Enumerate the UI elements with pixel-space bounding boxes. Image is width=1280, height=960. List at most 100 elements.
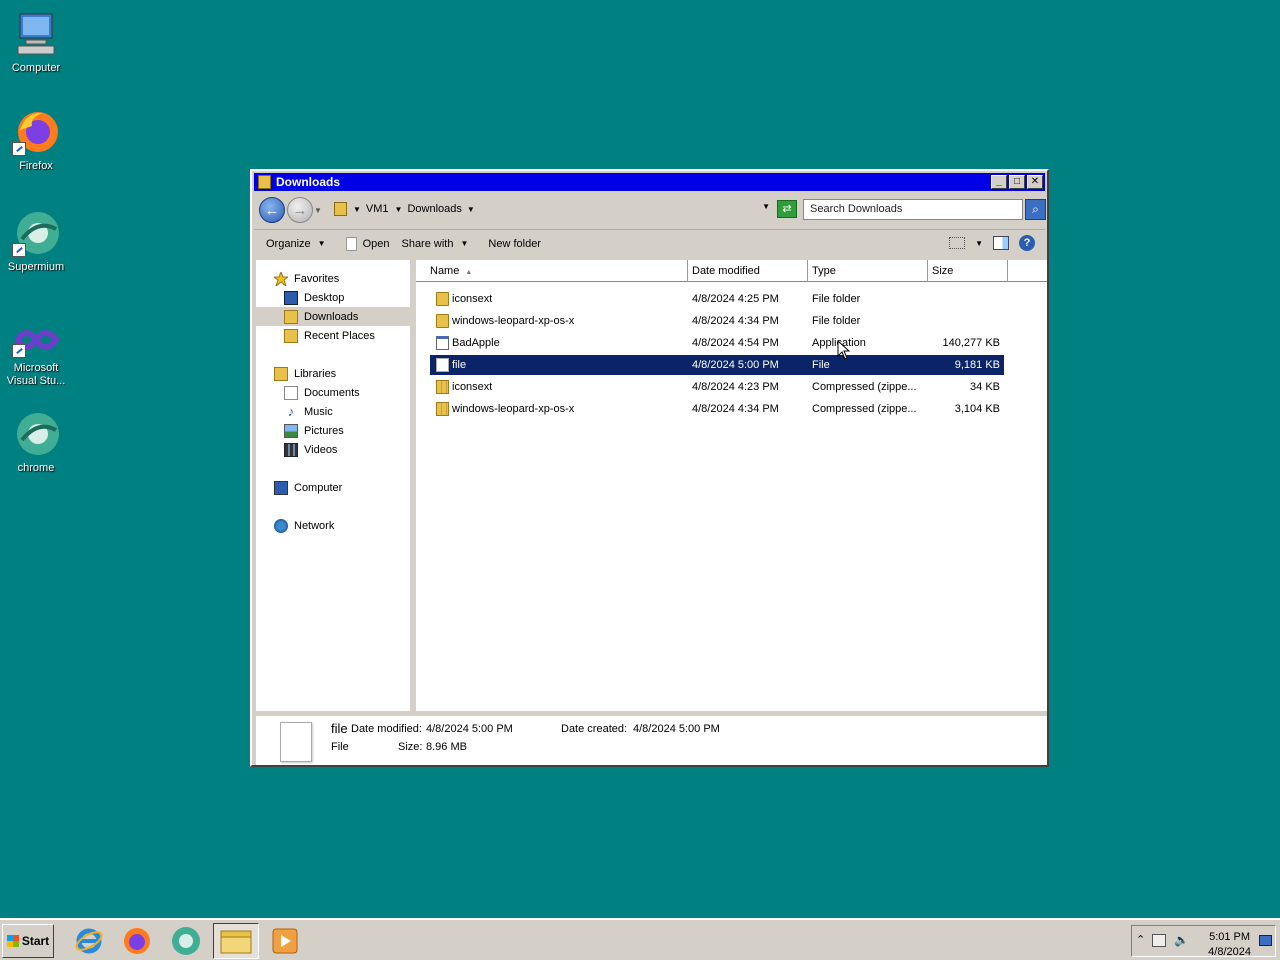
volume-muted-icon[interactable]: 🔈 — [1174, 933, 1189, 947]
computer-icon — [12, 10, 60, 58]
back-button[interactable]: ← — [259, 197, 285, 223]
start-button[interactable]: Start — [2, 924, 54, 958]
new-folder-button[interactable]: New folder — [476, 238, 549, 250]
file-type: File folder — [812, 315, 861, 327]
nav-label: Music — [304, 405, 333, 418]
nav-documents[interactable]: Documents — [284, 383, 360, 402]
recent-places-icon — [284, 328, 298, 343]
show-hidden-icons-chevron-icon[interactable]: ⌃ — [1136, 933, 1145, 946]
open-button[interactable]: Open — [334, 236, 398, 251]
network-tray-icon[interactable] — [1152, 934, 1166, 947]
details-size: 8.96 MB — [426, 741, 467, 753]
nav-downloads[interactable]: Downloads — [256, 307, 410, 326]
nav-desktop[interactable]: Desktop — [284, 288, 344, 307]
nav-network[interactable]: Network — [274, 516, 334, 535]
nav-videos[interactable]: Videos — [284, 440, 337, 459]
close-button[interactable]: ✕ — [1027, 175, 1043, 189]
file-type: Compressed (zippe... — [812, 381, 917, 393]
nav-label: Downloads — [304, 310, 359, 323]
column-type[interactable]: Type — [808, 260, 928, 282]
desktop-icon-supermium[interactable]: Supermium — [0, 209, 72, 274]
breadcrumb-vm1[interactable]: VM1 — [366, 203, 389, 215]
file-row[interactable]: iconsext 4/8/2024 4:23 PM Compressed (zi… — [430, 377, 1004, 397]
chevron-down-icon[interactable]: ▼ — [467, 205, 475, 214]
clock[interactable]: 5:01 PM 4/8/2024 — [1208, 930, 1251, 960]
file-row[interactable]: iconsext 4/8/2024 4:25 PM File folder — [430, 289, 1004, 309]
nav-label: Recent Places — [304, 329, 375, 342]
desktop-icon-label: Firefox — [19, 160, 53, 172]
desktop-icon-computer[interactable]: Computer — [0, 10, 72, 75]
file-type: File — [812, 359, 830, 371]
column-size-label: Size — [932, 265, 954, 277]
search-input[interactable]: Search Downloads — [803, 199, 1023, 220]
change-view-icon[interactable] — [949, 237, 966, 249]
new-folder-label: New folder — [488, 237, 541, 250]
desktop-icon-firefox[interactable]: Firefox — [0, 108, 72, 173]
column-size[interactable]: Size — [928, 260, 1008, 282]
address-field[interactable]: ▼ VM1 ▼ Downloads ▼ ▼ — [330, 198, 770, 220]
share-with-button[interactable]: Share with ▼ — [397, 238, 476, 250]
forward-button[interactable]: → — [287, 197, 313, 223]
preview-pane-icon[interactable] — [993, 236, 1009, 250]
maximize-button[interactable]: □ — [1009, 175, 1025, 189]
mouse-cursor-icon — [837, 340, 851, 360]
navigation-pane: Favorites Desktop Downloads Recent Place… — [256, 260, 413, 711]
organize-label: Organize — [266, 237, 311, 250]
nav-computer[interactable]: Computer — [274, 478, 342, 497]
desktop-icon-chrome[interactable]: chrome — [0, 410, 72, 475]
chevron-down-icon[interactable]: ▼ — [975, 239, 983, 248]
nav-pictures[interactable]: Pictures — [284, 421, 344, 440]
application-icon — [436, 336, 449, 350]
search-icon[interactable]: ⌕ — [1025, 199, 1046, 220]
windows-logo-icon — [6, 935, 19, 947]
file-size: 34 KB — [970, 381, 1000, 393]
column-name[interactable]: Name ▲ — [426, 260, 688, 282]
nav-recent-places[interactable]: Recent Places — [284, 326, 375, 345]
column-date-modified[interactable]: Date modified — [688, 260, 808, 282]
taskbar-internet-explorer[interactable] — [66, 923, 112, 959]
refresh-button[interactable]: ⇄ — [777, 200, 797, 218]
details-file-name: file — [331, 721, 348, 736]
shortcut-arrow-icon — [12, 344, 26, 358]
taskbar: Start ⌃ 🔈 5:01 PM 4/8/2024 — [0, 918, 1280, 960]
pictures-icon — [284, 423, 298, 438]
minimize-button[interactable]: _ — [991, 175, 1007, 189]
computer-icon — [274, 480, 288, 495]
taskbar-firefox[interactable] — [114, 923, 160, 959]
show-desktop-icon[interactable] — [1259, 935, 1272, 946]
file-row[interactable]: BadApple 4/8/2024 4:54 PM Application 14… — [430, 333, 1004, 353]
visual-studio-icon — [12, 318, 60, 358]
help-icon[interactable]: ? — [1019, 235, 1035, 251]
shortcut-arrow-icon — [12, 142, 26, 156]
taskbar-supermium[interactable] — [163, 923, 209, 959]
nav-favorites[interactable]: Favorites — [272, 269, 339, 288]
nav-label: Computer — [294, 481, 343, 494]
taskbar-explorer[interactable] — [213, 923, 259, 959]
document-icon — [345, 236, 357, 251]
file-row[interactable]: windows-leopard-xp-os-x 4/8/2024 4:34 PM… — [430, 311, 1004, 331]
file-row[interactable]: windows-leopard-xp-os-x 4/8/2024 4:34 PM… — [430, 399, 1004, 419]
file-row-selected[interactable]: file 4/8/2024 5:00 PM File 9,181 KB — [430, 355, 1004, 375]
nav-music[interactable]: ♪ Music — [284, 402, 333, 421]
details-file-kind: File — [331, 741, 349, 753]
column-name-label: Name — [430, 265, 460, 277]
address-dropdown-button[interactable]: ▼ — [762, 202, 770, 211]
desktop-icon-label: chrome — [17, 462, 55, 474]
desktop-icon-label: Microsoft Visual Stu... — [6, 362, 66, 387]
chevron-down-icon[interactable]: ▼ — [353, 205, 361, 214]
nav-label: Videos — [304, 443, 338, 456]
organize-button[interactable]: Organize ▼ — [254, 238, 334, 250]
recent-pages-dropdown[interactable]: ▼ — [314, 206, 324, 215]
downloads-folder-icon — [284, 309, 298, 324]
folder-icon — [258, 175, 271, 189]
desktop-icon-visual-studio[interactable]: Microsoft Visual Stu... — [0, 318, 72, 388]
column-type-label: Type — [812, 265, 836, 277]
folder-icon — [220, 930, 252, 954]
window-titlebar[interactable]: Downloads _ □ ✕ — [254, 173, 1045, 191]
breadcrumb-downloads[interactable]: Downloads — [407, 203, 461, 215]
nav-libraries[interactable]: Libraries — [274, 364, 336, 383]
chevron-down-icon[interactable]: ▼ — [395, 205, 403, 214]
taskbar-media-player[interactable] — [262, 923, 308, 959]
sort-ascending-icon: ▲ — [465, 269, 473, 276]
videos-icon — [284, 442, 298, 457]
